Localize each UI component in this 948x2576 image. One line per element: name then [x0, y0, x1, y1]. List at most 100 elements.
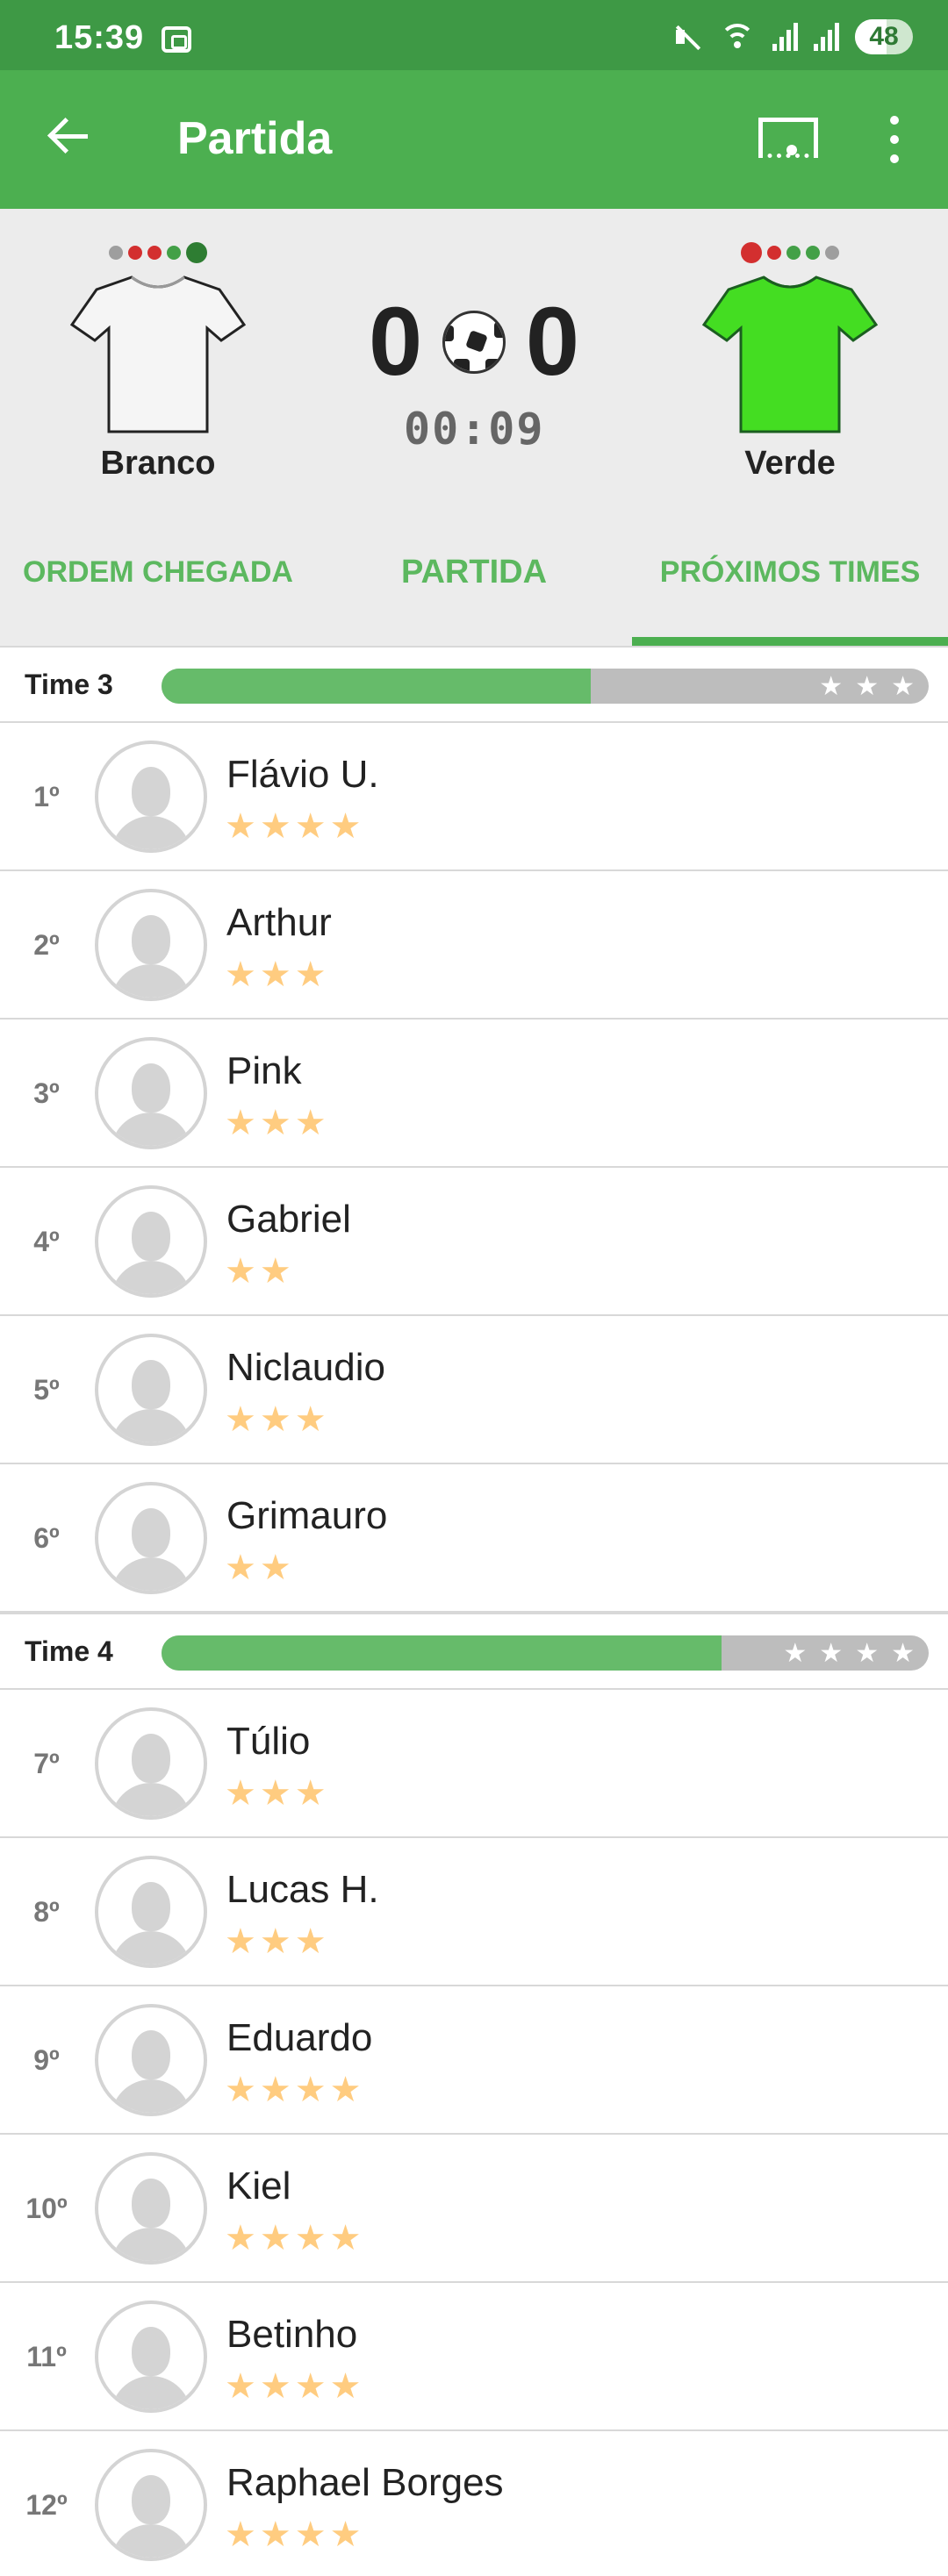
form-dot [825, 246, 839, 260]
away-team[interactable]: Verde [701, 209, 879, 498]
next-teams-list: Time 3 ★ ★ ★ 1º Flávio U. ★ ★ ★ ★ 2º Arthur ★ ★ ★ 3º Pin… [0, 646, 948, 2576]
team-strength-bar: ★ ★ ★ [162, 669, 929, 704]
player-name: Gabriel [226, 1198, 351, 1241]
player-position: 10º [25, 2193, 68, 2224]
star-icon: ★ [329, 807, 362, 846]
screenshot-icon [162, 26, 191, 53]
star-icon: ★ [259, 807, 291, 846]
player-row[interactable]: 1º Flávio U. ★ ★ ★ ★ [0, 723, 948, 871]
player-row[interactable]: 4º Gabriel ★ ★ [0, 1168, 948, 1316]
star-icon: ★ [259, 1104, 291, 1142]
signal-icon [772, 23, 798, 51]
star-icon: ★ [225, 1252, 256, 1291]
player-row[interactable]: 12º Raphael Borges ★ ★ ★ ★ [0, 2431, 948, 2576]
avatar [95, 2004, 207, 2116]
star-icon: ★ [225, 1774, 256, 1813]
player-row[interactable]: 3º Pink ★ ★ ★ [0, 1020, 948, 1168]
star-icon: ★ [225, 1400, 256, 1439]
player-row[interactable]: 9º Eduardo ★ ★ ★ ★ [0, 1986, 948, 2135]
player-name: Eduardo [226, 2016, 373, 2059]
player-name: Pink [226, 1049, 302, 1092]
player-rating: ★ ★ ★ ★ [225, 809, 361, 844]
star-icon: ★ [225, 807, 256, 846]
avatar [95, 1037, 207, 1149]
star-icon: ★ [259, 1774, 291, 1813]
star-icon: ★ [294, 2367, 327, 2406]
battery-icon: 48 [855, 19, 913, 54]
form-dot [128, 246, 142, 260]
player-row[interactable]: 10º Kiel ★ ★ ★ ★ [0, 2135, 948, 2283]
player-row[interactable]: 6º Grimauro ★ ★ [0, 1464, 948, 1613]
player-name: Lucas H. [226, 1868, 379, 1911]
avatar [95, 1334, 207, 1446]
player-name: Túlio [226, 1720, 311, 1763]
team-strength-bar: ★ ★ ★ ★ [162, 1635, 929, 1671]
player-position: 4º [33, 1226, 60, 1257]
match-clock: 00:09 [404, 404, 545, 454]
tab-proximos-times[interactable]: PRÓXIMOS TIMES [632, 498, 948, 646]
star-icon: ★ [855, 1638, 880, 1668]
player-name: Arthur [226, 901, 332, 944]
avatar [95, 2449, 207, 2561]
player-row[interactable]: 7º Túlio ★ ★ ★ [0, 1690, 948, 1838]
star-icon: ★ [294, 807, 327, 846]
tab-partida[interactable]: PARTIDA [316, 498, 632, 646]
star-icon: ★ [225, 1104, 256, 1142]
star-icon: ★ [259, 1252, 291, 1291]
team-strength-fill [162, 669, 592, 704]
player-name: Flávio U. [226, 753, 379, 796]
star-icon: ★ [329, 2515, 362, 2554]
status-bar: 15:39 48 [0, 0, 948, 70]
goal-icon[interactable] [758, 118, 818, 158]
player-name: Betinho [226, 2313, 358, 2356]
star-icon: ★ [259, 955, 291, 994]
star-icon: ★ [294, 2219, 327, 2258]
player-name: Raphael Borges [226, 2461, 504, 2504]
player-name: Grimauro [226, 1494, 388, 1537]
star-icon: ★ [294, 2515, 327, 2554]
away-score: 0 [525, 288, 579, 396]
star-icon: ★ [259, 2071, 291, 2109]
home-team[interactable]: Branco [69, 209, 247, 498]
star-icon: ★ [294, 2071, 327, 2109]
star-icon: ★ [294, 1774, 327, 1813]
player-row[interactable]: 2º Arthur ★ ★ ★ [0, 871, 948, 1020]
player-position: 3º [33, 1077, 60, 1109]
player-rating: ★ ★ ★ [225, 1776, 327, 1811]
soccer-ball-icon [442, 311, 506, 374]
avatar [95, 1856, 207, 1968]
star-icon: ★ [259, 1400, 291, 1439]
player-rating: ★ ★ ★ ★ [225, 2369, 361, 2404]
avatar [95, 1185, 207, 1298]
back-arrow-icon[interactable] [46, 112, 93, 160]
star-icon: ★ [225, 2071, 256, 2109]
player-row[interactable]: 8º Lucas H. ★ ★ ★ [0, 1838, 948, 1986]
player-rating: ★ ★ [225, 1550, 291, 1585]
form-dot [806, 246, 820, 260]
player-position: 7º [33, 1748, 60, 1779]
page-title: Partida [177, 113, 333, 164]
star-icon: ★ [783, 1638, 808, 1668]
team-group-header: Time 3 ★ ★ ★ [0, 646, 948, 723]
form-dot [186, 242, 207, 263]
player-position: 8º [33, 1896, 60, 1928]
star-icon: ★ [259, 2515, 291, 2554]
star-icon: ★ [225, 1922, 256, 1961]
tab-bar: ORDEM CHEGADA PARTIDA PRÓXIMOS TIMES [0, 498, 948, 646]
home-team-name: Branco [100, 445, 216, 482]
player-position: 11º [26, 2341, 67, 2372]
player-rating: ★ ★ ★ [225, 1402, 327, 1437]
team-group-label: Time 3 [25, 668, 113, 700]
player-name: Niclaudio [226, 1346, 385, 1389]
player-rating: ★ ★ ★ [225, 1106, 327, 1141]
player-row[interactable]: 5º Niclaudio ★ ★ ★ [0, 1316, 948, 1464]
tab-ordem-chegada[interactable]: ORDEM CHEGADA [0, 498, 316, 646]
star-icon: ★ [259, 1922, 291, 1961]
status-time: 15:39 [54, 19, 145, 56]
player-row[interactable]: 11º Betinho ★ ★ ★ ★ [0, 2283, 948, 2431]
player-rating: ★ ★ ★ [225, 1924, 327, 1959]
star-icon: ★ [329, 2219, 362, 2258]
star-icon: ★ [891, 671, 915, 701]
more-options-icon[interactable] [881, 116, 908, 163]
away-form-dots [702, 240, 878, 265]
